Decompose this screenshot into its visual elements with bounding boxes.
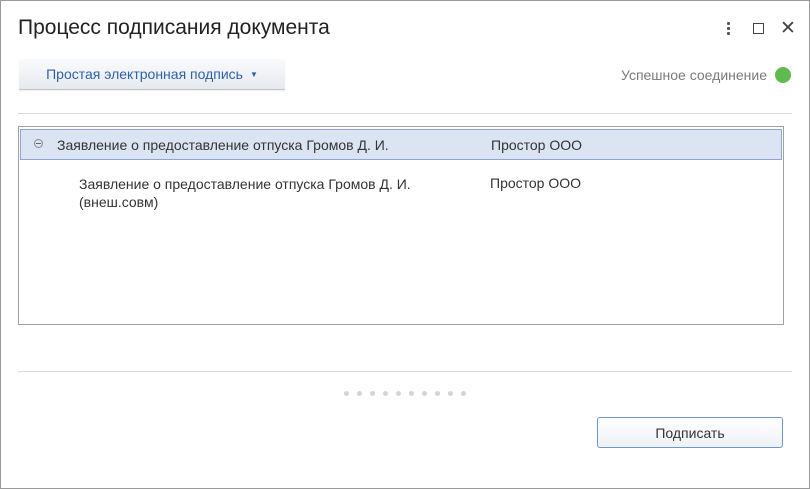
table-row[interactable]: Заявление о предоставление отпуска Громо… [20, 172, 782, 222]
loading-indicator [344, 391, 466, 396]
signature-type-dropdown[interactable]: Простая электронная подпись ▼ [19, 59, 285, 90]
organization-name: Простор ООО [491, 137, 583, 153]
collapse-toggle-icon[interactable] [34, 139, 43, 148]
status-indicator-icon [775, 67, 791, 83]
organization-name: Простор ООО [490, 175, 582, 191]
connection-status: Успешное соединение [621, 67, 791, 83]
table-row[interactable]: Заявление о предоставление отпуска Громо… [20, 129, 782, 160]
sign-button[interactable]: Подписать [597, 417, 783, 448]
sign-button-label: Подписать [655, 424, 725, 441]
chevron-down-icon: ▼ [249, 69, 258, 79]
signature-type-label: Простая электронная подпись [46, 66, 243, 82]
dialog-title: Процесс подписания документа [18, 16, 330, 39]
documents-table: Заявление о предоставление отпуска Громо… [18, 126, 784, 325]
divider [18, 371, 792, 372]
maximize-icon[interactable] [743, 15, 773, 41]
close-icon[interactable]: ✕ [773, 15, 803, 41]
signing-dialog: Процесс подписания документа ✕ Простая э… [0, 0, 810, 489]
window-controls: ✕ [713, 15, 803, 41]
more-actions-icon[interactable] [713, 15, 743, 41]
document-name: Заявление о предоставление отпуска Громо… [57, 137, 389, 153]
document-name: Заявление о предоставление отпуска Громо… [79, 176, 411, 210]
connection-status-label: Успешное соединение [620, 67, 767, 83]
divider [18, 113, 792, 114]
